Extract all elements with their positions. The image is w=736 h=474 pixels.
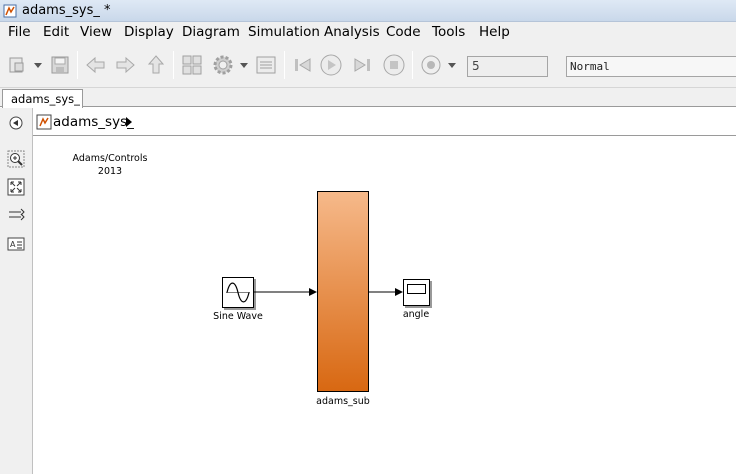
model-config-gear-icon[interactable] (211, 53, 235, 77)
fit-to-view-icon[interactable] (7, 178, 25, 196)
annotation-icon[interactable]: A (7, 235, 25, 253)
model-explorer-icon[interactable] (254, 53, 278, 77)
menu-display[interactable]: Display (124, 24, 174, 40)
menu-code[interactable]: Code (386, 24, 421, 40)
angle-scope-block[interactable] (403, 279, 430, 306)
window-titlebar: adams_sys_ * (0, 0, 736, 22)
menu-analysis[interactable]: Analysis (324, 24, 380, 40)
model-icon (36, 114, 52, 130)
toolbar-separator (173, 51, 174, 79)
new-model-icon[interactable] (6, 53, 30, 77)
tab-adams-sys[interactable]: adams_sys_ (2, 89, 83, 108)
stop-icon[interactable] (382, 53, 406, 77)
library-browser-icon[interactable] (180, 53, 204, 77)
forward-icon[interactable] (113, 53, 137, 77)
menu-tools[interactable]: Tools (432, 24, 465, 40)
record-dropdown-icon[interactable] (448, 63, 456, 69)
sine-wave-label: Sine Wave (213, 311, 263, 322)
hide-browser-icon[interactable] (7, 114, 25, 132)
model-explorer-bar: adams_sys_ (33, 108, 736, 136)
save-icon[interactable] (48, 53, 72, 77)
menu-simulation[interactable]: Simulation (248, 24, 320, 40)
annotation-line-1: Adams/Controls (72, 153, 148, 164)
diagram-canvas[interactable] (33, 137, 736, 474)
menu-view[interactable]: View (80, 24, 112, 40)
svg-text:A: A (10, 240, 16, 249)
signal-arrow-icon[interactable] (7, 206, 25, 224)
adams-sub-subsystem-block[interactable] (317, 191, 369, 392)
step-forward-icon[interactable] (350, 53, 374, 77)
scope-label: angle (402, 309, 430, 320)
new-dropdown-icon[interactable] (34, 63, 42, 69)
config-dropdown-icon[interactable] (240, 63, 248, 69)
simulation-mode-select[interactable]: Normal (566, 56, 736, 77)
breadcrumb[interactable]: adams_sys_ (53, 114, 134, 130)
menu-bar: File Edit View Display Diagram Simulatio… (0, 22, 736, 43)
sine-wave-block[interactable] (222, 277, 254, 308)
model-tabstrip: adams_sys_ (0, 88, 736, 108)
back-icon[interactable] (84, 53, 108, 77)
step-back-icon[interactable] (291, 53, 315, 77)
toolbar-separator (412, 51, 413, 79)
simulink-model-icon (3, 4, 17, 18)
toolbar-separator (77, 51, 78, 79)
up-icon[interactable] (144, 53, 168, 77)
window-title: adams_sys_ * (22, 3, 111, 18)
toolbar-separator (284, 51, 285, 79)
sine-wave-icon (226, 282, 250, 303)
menu-file[interactable]: File (8, 24, 31, 40)
menu-edit[interactable]: Edit (43, 24, 69, 40)
annotation-text[interactable]: Adams/Controls 2013 (62, 152, 158, 178)
record-icon[interactable] (419, 53, 443, 77)
menu-help[interactable]: Help (479, 24, 510, 40)
annotation-line-2: 2013 (97, 166, 123, 177)
stop-time-input[interactable]: 5 (467, 56, 548, 77)
run-icon[interactable] (319, 53, 343, 77)
breadcrumb-arrow-icon[interactable] (125, 117, 133, 127)
left-palette: A (0, 108, 33, 474)
subsystem-label: adams_sub (316, 396, 370, 407)
scope-screen-icon (407, 284, 426, 294)
zoom-icon[interactable] (7, 150, 25, 168)
menu-diagram[interactable]: Diagram (182, 24, 240, 40)
